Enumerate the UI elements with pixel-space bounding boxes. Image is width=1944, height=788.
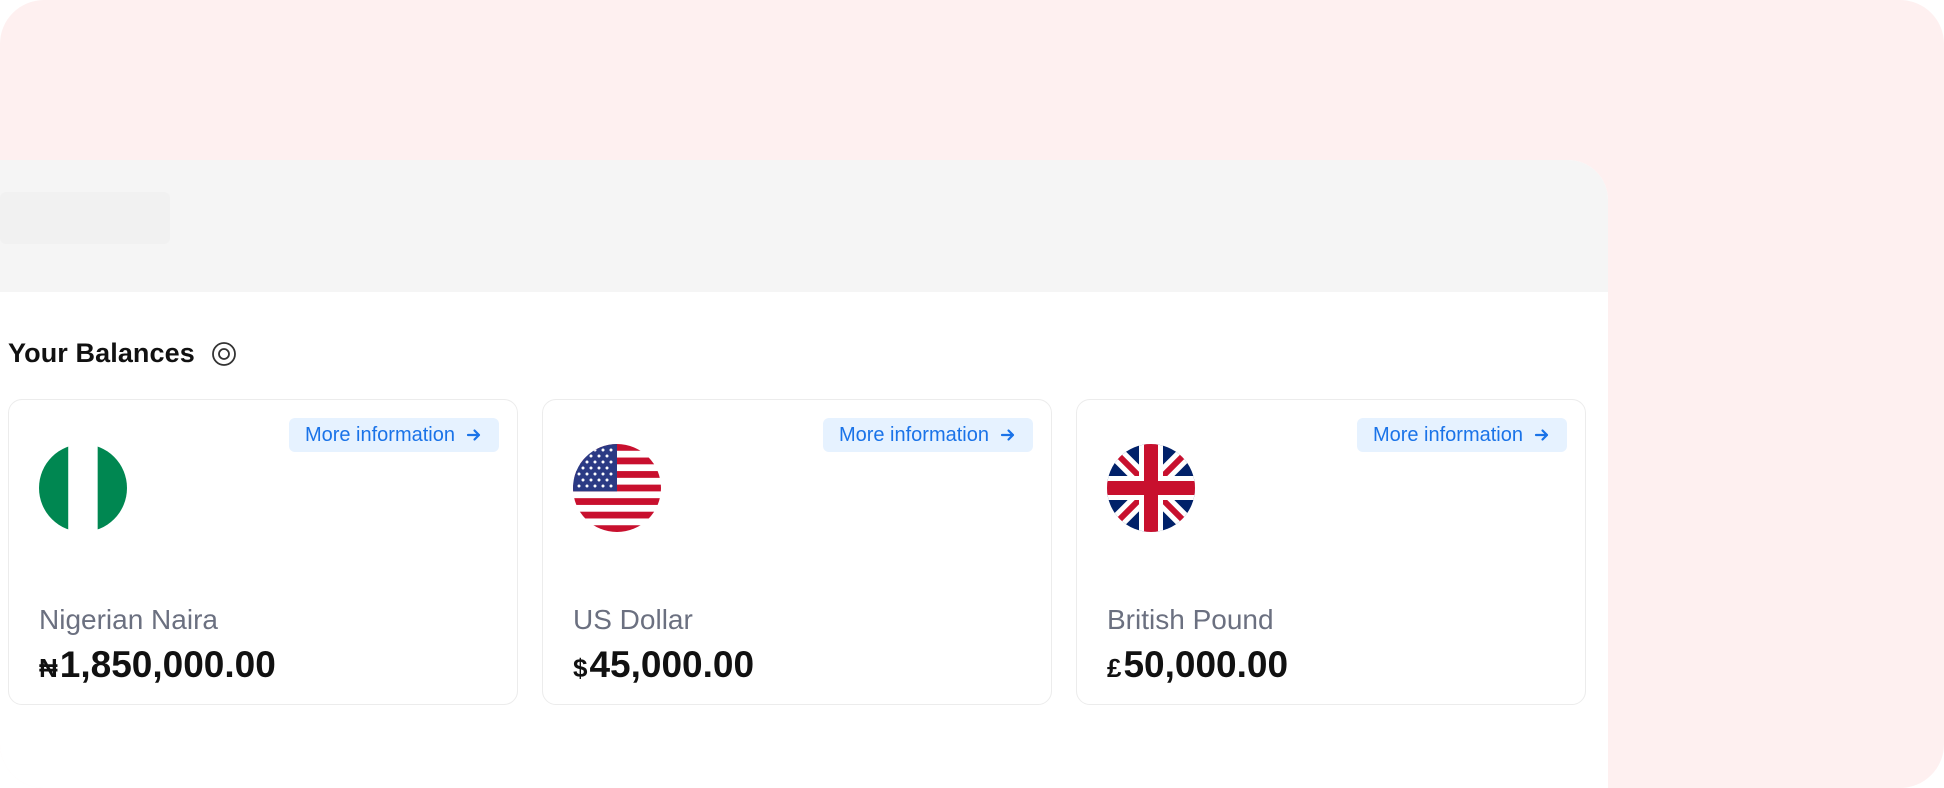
more-information-button[interactable]: More information (822, 418, 1033, 452)
balance-card-ngn: More information Nigerian Naira ₦ 1,850, (8, 399, 518, 705)
more-information-button[interactable]: More information (1356, 418, 1567, 452)
amount-value: 45,000.00 (589, 644, 755, 685)
currency-name: US Dollar (573, 604, 693, 635)
balance-amount: £ 50,000.00 (1107, 644, 1288, 686)
balance-amount: ₦ 1,850,000.00 (39, 644, 276, 686)
eye-icon[interactable] (209, 339, 239, 369)
header-placeholder (0, 192, 170, 244)
usa-flag-icon (573, 444, 661, 532)
panel-header (0, 160, 1608, 292)
currency-symbol: £ (1107, 653, 1122, 683)
more-information-label: More information (838, 423, 989, 446)
balances-heading: Your Balances (8, 338, 239, 369)
dashboard-panel: Your Balances More information Nigerian … (0, 160, 1608, 788)
currency-name: Nigerian Naira (39, 604, 218, 635)
nigeria-flag-icon (39, 444, 127, 532)
arrow-right-icon (465, 426, 483, 444)
balance-amount: $ 45,000.00 (573, 644, 754, 686)
uk-flag-icon (1107, 444, 1195, 532)
currency-symbol: ₦ (39, 653, 58, 683)
more-information-button[interactable]: More information (288, 418, 499, 452)
amount-value: 1,850,000.00 (59, 644, 276, 685)
currency-name: British Pound (1107, 604, 1274, 635)
amount-value: 50,000.00 (1123, 644, 1289, 685)
page-background: Your Balances More information Nigerian … (0, 0, 1944, 788)
balances-title: Your Balances (8, 338, 195, 368)
arrow-right-icon (1533, 426, 1551, 444)
currency-symbol: $ (573, 653, 588, 683)
arrow-right-icon (999, 426, 1017, 444)
balance-card-gbp: More information British Pound £ 50,000.… (1076, 399, 1586, 705)
more-information-label: More information (304, 423, 455, 446)
balance-card-usd: More information US Dollar $ 45,000.00 (542, 399, 1052, 705)
more-information-label: More information (1372, 423, 1523, 446)
balance-cards: More information Nigerian Naira ₦ 1,850, (8, 399, 1586, 705)
